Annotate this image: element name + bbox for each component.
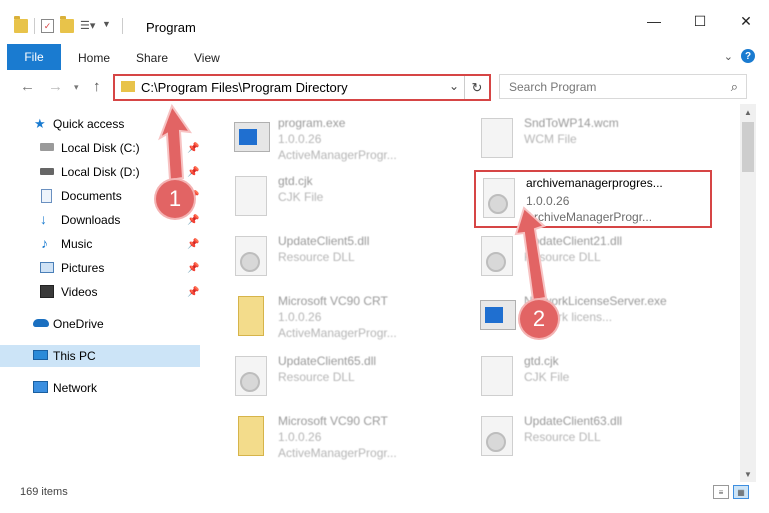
annotation-badge-2: 2: [520, 300, 558, 338]
annotation-arrow-1: [158, 103, 193, 182]
annotation-badge-1: 1: [156, 180, 194, 218]
annotation-arrow-2: [514, 206, 548, 302]
annotation-arrows: [158, 103, 548, 302]
